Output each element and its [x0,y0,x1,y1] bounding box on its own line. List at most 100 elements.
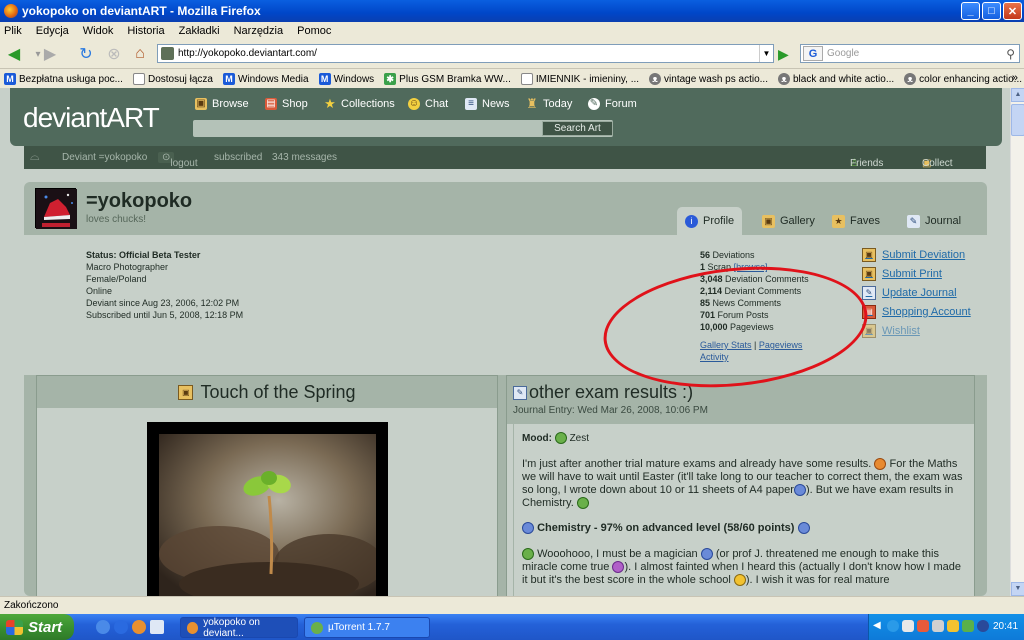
back-icon[interactable]: ◀ [4,44,24,64]
bookmark-item[interactable]: M Windows Media [223,73,309,85]
close-button[interactable]: ✕ [1003,2,1022,20]
utorrent-icon [311,621,323,634]
bookmark-item[interactable]: Dostosuj łącza [132,73,213,85]
info-line: Online [86,286,113,296]
da-nav-browse[interactable]: ▣ Browse [195,98,249,110]
submit-print-icon: ▣ [862,267,876,281]
minimize-button[interactable]: _ [961,2,980,20]
navigation-toolbar: ◀ ▾ ▶ ↻ ⊗ ⌂ http://yokopoko.deviantart.c… [0,39,1024,69]
subscribed-link[interactable]: subscribed [214,152,262,163]
shop-icon: ▤ [265,98,277,110]
ie-icon[interactable] [114,620,128,634]
journal-title[interactable]: other exam results :) [529,382,693,403]
bookmark-item[interactable]: ᴥ black and white actio... [777,73,894,85]
menu-item-zakladki[interactable]: Zakładki [179,25,220,37]
tab-gallery[interactable]: ▣ Gallery [754,207,823,235]
tab-journal[interactable]: ✎ Journal [899,207,969,235]
tray-expand-icon[interactable]: ◀ [873,620,881,631]
menu-item-historia[interactable]: Historia [127,25,164,37]
tab-faves[interactable]: ★ Faves [824,207,888,235]
search-icon[interactable]: ⚲ [1006,47,1015,61]
bookmark-item[interactable]: ᴥ vintage wash ps actio... [649,73,768,85]
update-journal-link[interactable]: ✎ Update Journal [862,286,957,300]
stop-icon[interactable]: ⊗ [104,44,124,64]
shopping-account-link[interactable]: ▤ Shopping Account [862,305,971,319]
bookmarks-toolbar: M Bezpłatna usługa poc... Dostosuj łącza … [0,70,1024,88]
forum-icon: ✎ [588,98,600,110]
deviation-title-bar: ▣ Touch of the Spring [37,376,497,408]
bookmark-item[interactable]: M Bezpłatna usługa poc... [4,73,123,85]
da-logo[interactable]: deviantART [23,102,160,134]
taskbar-item-utorrent[interactable]: µTorrent 1.7.7 [304,617,430,638]
desktop-icon[interactable] [96,620,110,634]
scroll-thumb[interactable] [1011,104,1024,136]
forward-icon[interactable]: ▶ [40,44,60,64]
journal-heading: Chemistry - 97% on advanced level (58/60… [522,522,968,535]
windows-logo-icon [6,619,23,635]
journal-paragraph: Wooohooo, I must be a magician (or prof … [522,548,962,587]
search-input[interactable]: G Google ⚲ [800,44,1020,63]
sprout-photo [159,434,376,596]
logout-button[interactable]: ⊙ logout [158,152,198,169]
google-icon[interactable]: G [803,46,823,61]
menu-item-edycja[interactable]: Edycja [36,25,69,37]
da-nav-shop[interactable]: ▤ Shop [265,98,308,110]
da-nav-collections[interactable]: ★ Collections [324,97,395,110]
deviant-name[interactable]: Deviant =yokopoko [62,152,147,163]
journal-body: Mood: Zest I'm just after another trial … [513,424,972,596]
tray-globe-icon[interactable] [977,620,989,632]
da-nav-forum[interactable]: ✎ Forum [588,98,637,110]
da-nav-chat[interactable]: ☺ Chat [408,98,448,110]
search-art-button[interactable]: Search Art [542,121,613,136]
submit-deviation-link[interactable]: ▣ Submit Deviation [862,248,965,262]
journal-panel: ✎ other exam results :) Journal Entry: W… [506,375,975,596]
update-journal-icon: ✎ [862,286,876,300]
scroll-up-icon[interactable]: ▲ [1011,88,1024,102]
bookmark-item[interactable]: ✱ Plus GSM Bramka WW... [384,73,511,85]
tray-app-icon[interactable] [947,620,959,632]
volume-icon[interactable] [932,620,944,632]
page-content: deviantART ▣ Browse ▤ Shop ★ Collections ☺ C… [0,88,1010,596]
status-text: Zakończono [4,600,59,611]
security-icon[interactable] [902,620,914,632]
antivirus-icon[interactable] [917,620,929,632]
deviation-title[interactable]: Touch of the Spring [200,382,355,403]
messages-link[interactable]: 343 messages [272,152,337,163]
firefox-icon [187,621,199,634]
clock[interactable]: 20:41 [993,621,1018,632]
info-line: Female/Poland [86,274,147,284]
url-dropdown-icon[interactable]: ▼ [759,45,773,62]
bookmark-item[interactable]: IMIENNIK - imieniny, ... [520,73,639,85]
window-titlebar[interactable]: yokopoko on deviantART - Mozilla Firefox… [0,0,1024,22]
submit-print-link[interactable]: ▣ Submit Print [862,267,942,281]
reload-icon[interactable]: ↻ [76,44,96,64]
scroll-down-icon[interactable]: ▼ [1011,582,1024,596]
maximize-button[interactable]: □ [982,2,1001,20]
url-bar[interactable]: http://yokopoko.deviantart.com/ ▼ [157,44,774,63]
firefox-quicklaunch-icon[interactable] [132,620,146,634]
bookmark-item[interactable]: M Windows [318,73,374,85]
url-text: http://yokopoko.deviantart.com/ [178,48,317,59]
da-nav-today[interactable]: ♜ Today [526,97,572,110]
go-icon[interactable]: ▶ [778,46,789,63]
wishlist-link[interactable]: ▣ Wishlist [862,324,920,338]
tab-profile[interactable]: i Profile [677,207,743,235]
menu-item-widok[interactable]: Widok [83,25,114,37]
menu-item-pomoc[interactable]: Pomoc [297,25,331,37]
menu-item-narzedzia[interactable]: Narzędzia [234,25,284,37]
taskbar-item-firefox[interactable]: yokopoko on deviant... [180,617,298,639]
avatar[interactable] [35,188,77,229]
smiley-icon [522,522,534,535]
deviation-icon: ▣ [178,384,194,400]
da-nav-news[interactable]: ≡ News [465,98,510,110]
vertical-scrollbar[interactable]: ▲ ▼ [1010,88,1024,596]
bookmark-item[interactable]: ᴥ color enhancing actio... [904,73,1022,85]
menu-item-plik[interactable]: Plik [4,25,22,37]
bookmarks-overflow-icon[interactable]: » [1012,72,1018,84]
start-button[interactable]: Start [0,614,74,640]
media-icon[interactable] [150,620,164,634]
home-icon[interactable]: ⌂ [130,44,150,64]
network-icon[interactable] [887,620,899,632]
signal-icon[interactable] [962,620,974,632]
deviation-thumbnail[interactable] [147,422,388,596]
